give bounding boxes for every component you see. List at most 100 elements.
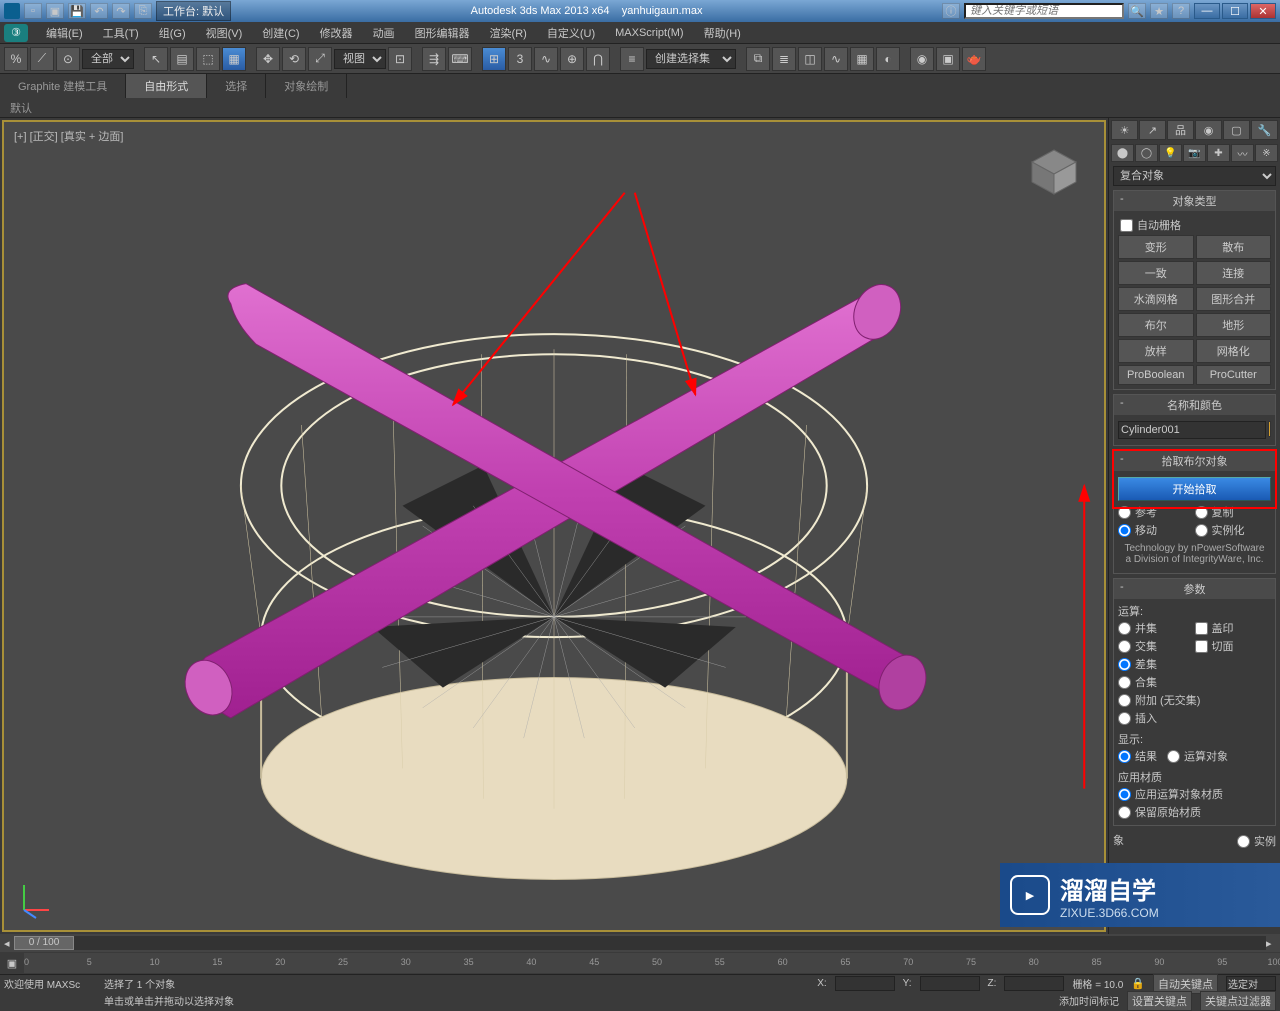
systems-subtab-icon[interactable]: ※ bbox=[1255, 144, 1278, 162]
cookie-checkbox[interactable] bbox=[1195, 640, 1208, 653]
time-slider[interactable]: 0 / 100 bbox=[14, 936, 1266, 950]
menu-maxscript[interactable]: MAXScript(M) bbox=[605, 25, 693, 41]
search-icon[interactable]: 🔍 bbox=[1128, 3, 1146, 19]
menu-animation[interactable]: 动画 bbox=[363, 23, 405, 43]
open-icon[interactable]: ▣ bbox=[46, 3, 64, 19]
subtract-radio[interactable] bbox=[1118, 658, 1131, 671]
ref-radio[interactable] bbox=[1118, 506, 1131, 519]
snap-toggle-icon[interactable]: ⊞ bbox=[482, 47, 506, 71]
maximize-button[interactable]: ☐ bbox=[1222, 3, 1248, 19]
spacewarps-subtab-icon[interactable]: 〰 bbox=[1231, 144, 1254, 162]
menu-graph[interactable]: 图形编辑器 bbox=[405, 23, 480, 43]
help-icon[interactable]: ? bbox=[1172, 3, 1190, 19]
link-icon[interactable]: ⎘ bbox=[134, 3, 152, 19]
track-scale[interactable]: 0510 152025 303540 455055 606570 758085 … bbox=[24, 953, 1280, 973]
render-setup-icon[interactable]: ◉ bbox=[910, 47, 934, 71]
utilities-tab-icon[interactable]: 🔧 bbox=[1251, 120, 1278, 140]
menu-tools[interactable]: 工具(T) bbox=[93, 23, 149, 43]
workspace-selector[interactable]: 工作台: 默认 bbox=[156, 1, 231, 21]
keyfilter-button[interactable]: 关键点过滤器 bbox=[1200, 991, 1276, 1011]
x-input[interactable] bbox=[835, 976, 895, 991]
link-tool-icon[interactable]: % bbox=[4, 47, 28, 71]
window-crossing-icon[interactable]: ▦ bbox=[222, 47, 246, 71]
morph-button[interactable]: 变形 bbox=[1118, 235, 1194, 259]
geometry-subtab-icon[interactable]: ⬤ bbox=[1111, 144, 1134, 162]
display-tab-icon[interactable]: ▢ bbox=[1223, 120, 1250, 140]
time-slider-handle[interactable]: 0 / 100 bbox=[14, 936, 74, 950]
rollout-header[interactable]: 参数 bbox=[1114, 579, 1275, 599]
y-input[interactable] bbox=[920, 976, 980, 991]
ribbon-tab-objpaint[interactable]: 对象绘制 bbox=[266, 74, 347, 98]
info-icon[interactable]: ⓘ bbox=[942, 3, 960, 19]
blobmesh-button[interactable]: 水滴网格 bbox=[1118, 287, 1194, 311]
scale-tool-icon[interactable]: ⤢ bbox=[308, 47, 332, 71]
rollout-header[interactable]: 拾取布尔对象 bbox=[1114, 451, 1275, 471]
intersect-radio[interactable] bbox=[1118, 640, 1131, 653]
named-selection-set[interactable]: 创建选择集 bbox=[646, 49, 736, 69]
keyboard-shortcut-icon[interactable]: ⌨ bbox=[448, 47, 472, 71]
unlink-tool-icon[interactable]: ⟋ bbox=[30, 47, 54, 71]
menu-group[interactable]: 组(G) bbox=[149, 23, 196, 43]
timeline-right-icon[interactable]: ▸ bbox=[1266, 937, 1276, 950]
rect-select-icon[interactable]: ⬚ bbox=[196, 47, 220, 71]
mirror-icon[interactable]: ⧉ bbox=[746, 47, 770, 71]
helpers-subtab-icon[interactable]: ✚ bbox=[1207, 144, 1230, 162]
bind-tool-icon[interactable]: ⊙ bbox=[56, 47, 80, 71]
rollout-header[interactable]: 对象类型 bbox=[1114, 191, 1275, 211]
lock-icon[interactable]: 🔒 bbox=[1131, 977, 1145, 990]
shapemerge-button[interactable]: 图形合并 bbox=[1196, 287, 1272, 311]
cameras-subtab-icon[interactable]: 📷 bbox=[1183, 144, 1206, 162]
app-menu-icon[interactable]: ③ bbox=[4, 24, 28, 42]
lights-subtab-icon[interactable]: 💡 bbox=[1159, 144, 1182, 162]
spinner-snap-icon[interactable]: ⊕ bbox=[560, 47, 584, 71]
magnet-icon[interactable]: ⋂ bbox=[586, 47, 610, 71]
setkey-button[interactable]: 设置关键点 bbox=[1127, 991, 1192, 1011]
ribbon-subtab[interactable]: 默认 bbox=[0, 98, 1280, 118]
named-sel-icon[interactable]: ≡ bbox=[620, 47, 644, 71]
scatter-button[interactable]: 散布 bbox=[1196, 235, 1272, 259]
close-button[interactable]: ✕ bbox=[1250, 3, 1276, 19]
menu-create[interactable]: 创建(C) bbox=[252, 23, 309, 43]
schematic-icon[interactable]: ▦ bbox=[850, 47, 874, 71]
autogrid-checkbox[interactable] bbox=[1120, 219, 1133, 232]
search-input[interactable] bbox=[964, 3, 1124, 19]
redo-icon[interactable]: ↷ bbox=[112, 3, 130, 19]
select-manip-icon[interactable]: ⇶ bbox=[422, 47, 446, 71]
proboolean-button[interactable]: ProBoolean bbox=[1118, 365, 1194, 385]
menu-help[interactable]: 帮助(H) bbox=[694, 23, 751, 43]
ribbon-tab-freeform[interactable]: 自由形式 bbox=[126, 74, 207, 98]
angle-snap-icon[interactable]: 3 bbox=[508, 47, 532, 71]
motion-tab-icon[interactable]: ◉ bbox=[1195, 120, 1222, 140]
shapes-subtab-icon[interactable]: ◯ bbox=[1135, 144, 1158, 162]
menu-edit[interactable]: 编辑(E) bbox=[36, 23, 93, 43]
menu-views[interactable]: 视图(V) bbox=[196, 23, 253, 43]
start-pick-button[interactable]: 开始拾取 bbox=[1118, 477, 1271, 501]
rotate-tool-icon[interactable]: ⟲ bbox=[282, 47, 306, 71]
layer-icon[interactable]: ◫ bbox=[798, 47, 822, 71]
z-input[interactable] bbox=[1004, 976, 1064, 991]
mesher-button[interactable]: 网格化 bbox=[1196, 339, 1272, 363]
align-icon[interactable]: ≣ bbox=[772, 47, 796, 71]
minimize-button[interactable]: — bbox=[1194, 3, 1220, 19]
merge-radio[interactable] bbox=[1118, 676, 1131, 689]
save-icon[interactable]: 💾 bbox=[68, 3, 86, 19]
result-radio[interactable] bbox=[1118, 750, 1131, 763]
percent-snap-icon[interactable]: ∿ bbox=[534, 47, 558, 71]
operands-radio[interactable] bbox=[1167, 750, 1180, 763]
move-radio[interactable] bbox=[1118, 524, 1131, 537]
material-editor-icon[interactable]: ◐ bbox=[876, 47, 900, 71]
rollout-header[interactable]: 名称和颜色 bbox=[1114, 395, 1275, 415]
render-frame-icon[interactable]: ▣ bbox=[936, 47, 960, 71]
addtime-label[interactable]: 添加时间标记 bbox=[1059, 993, 1119, 1008]
ribbon-tab-graphite[interactable]: Graphite 建模工具 bbox=[0, 74, 126, 98]
curve-editor-icon[interactable]: ∿ bbox=[824, 47, 848, 71]
timeline-left-icon[interactable]: ◂ bbox=[4, 937, 14, 950]
conform-button[interactable]: 一致 bbox=[1118, 261, 1194, 285]
menu-modifiers[interactable]: 修改器 bbox=[310, 23, 363, 43]
viewport[interactable]: [+] [正交] [真实 + 边面] bbox=[2, 120, 1106, 932]
instance-radio[interactable] bbox=[1195, 524, 1208, 537]
menu-customize[interactable]: 自定义(U) bbox=[537, 23, 605, 43]
modify-tab-icon[interactable]: ↗ bbox=[1139, 120, 1166, 140]
applymat2-radio[interactable] bbox=[1118, 806, 1131, 819]
pivot-icon[interactable]: ⊡ bbox=[388, 47, 412, 71]
